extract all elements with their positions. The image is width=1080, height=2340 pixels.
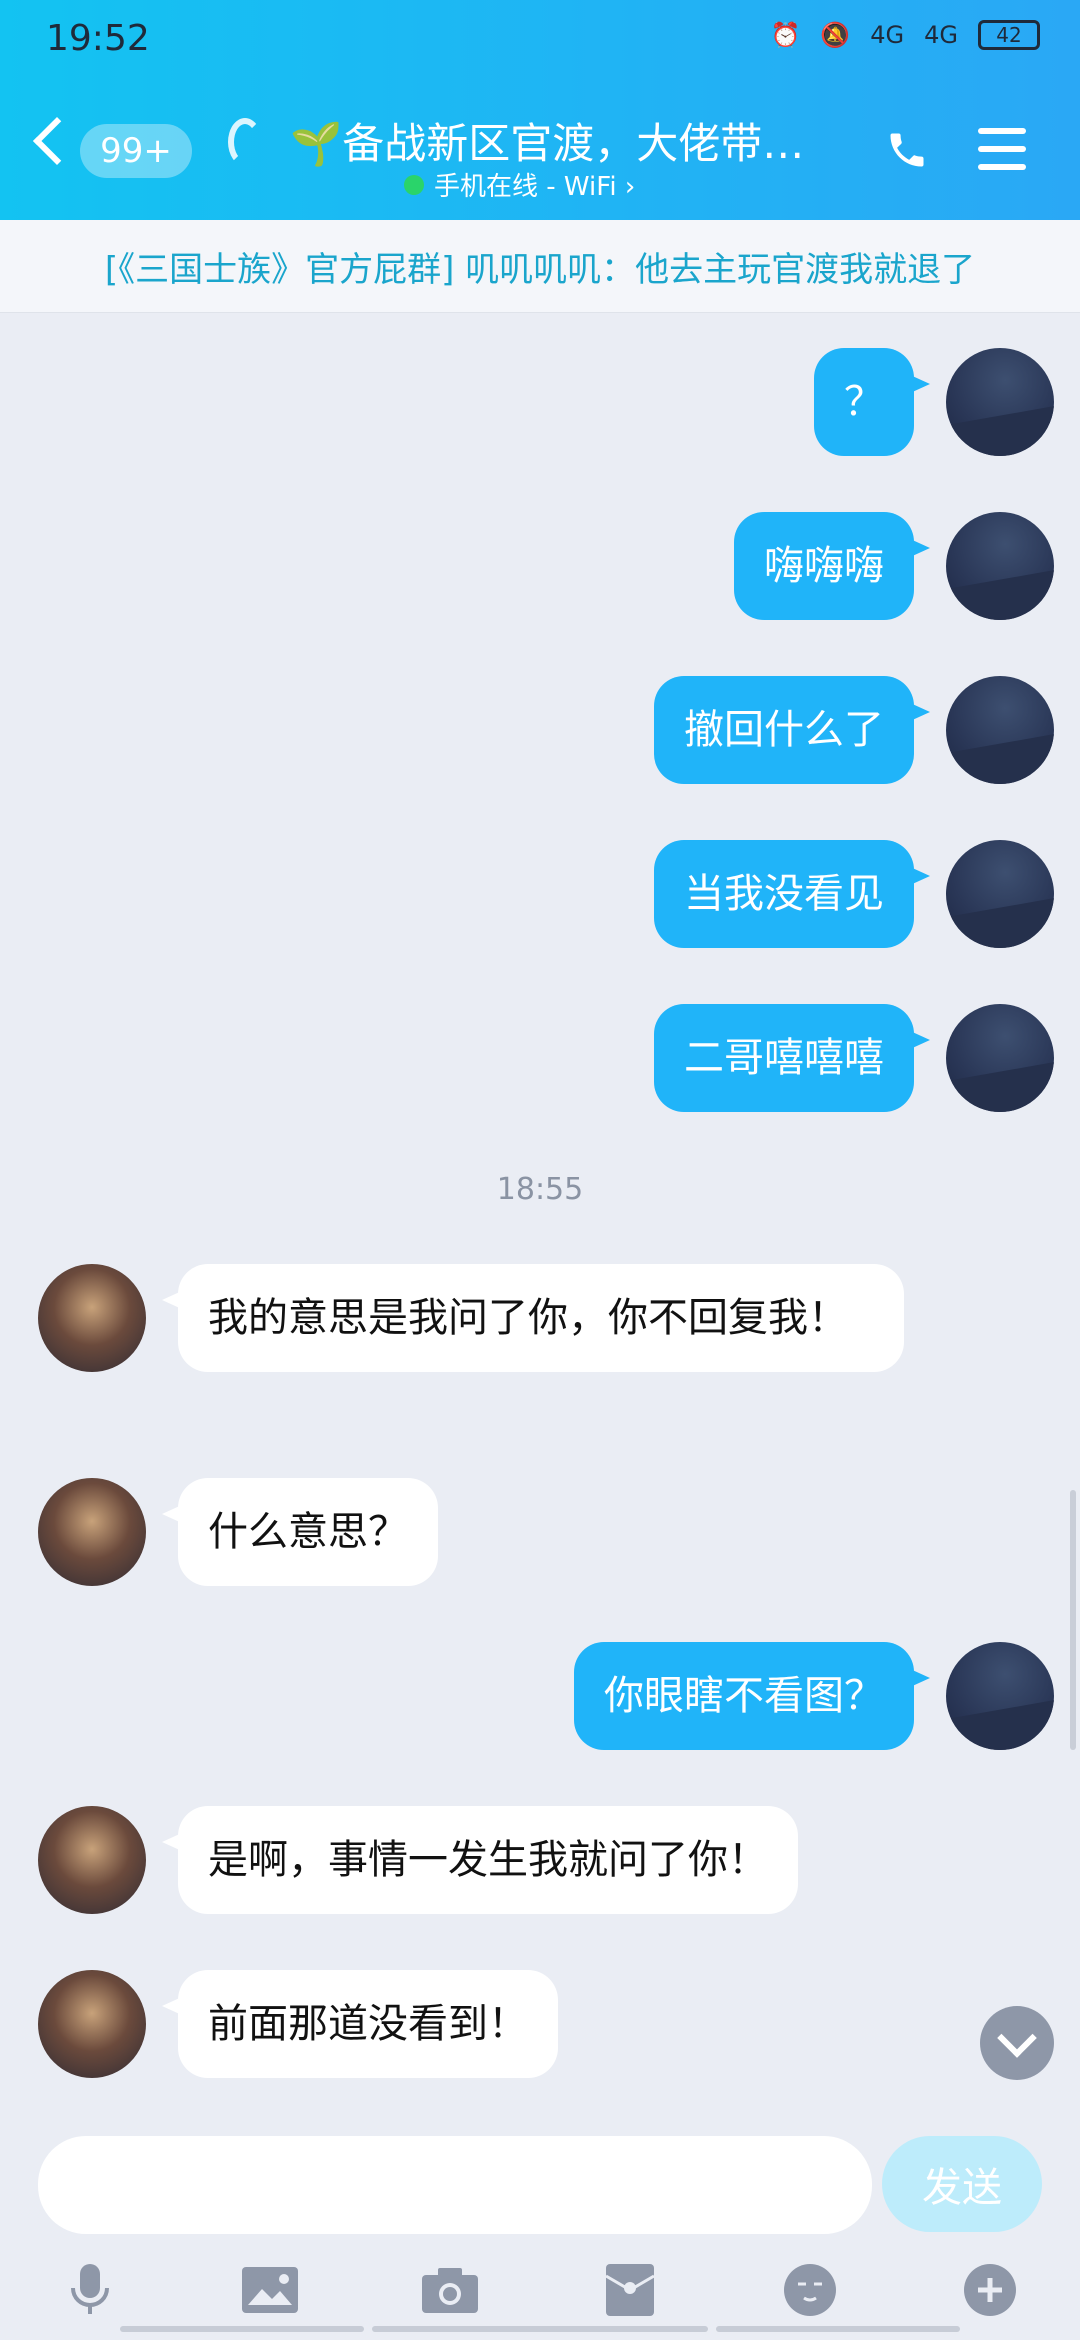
nav-bar-segment bbox=[716, 2326, 960, 2332]
online-status-text: 手机在线 - WiFi › bbox=[434, 172, 636, 202]
send-button[interactable]: 发送 bbox=[882, 2136, 1042, 2232]
status-time: 19:52 bbox=[46, 18, 150, 59]
message-row: 撤回什么了 bbox=[654, 676, 1054, 784]
avatar[interactable] bbox=[946, 1004, 1054, 1112]
message-bubble[interactable]: 什么意思？ bbox=[162, 1478, 438, 1586]
message-row: 前面那道没看到！ bbox=[38, 1970, 558, 2078]
avatar[interactable] bbox=[38, 1264, 146, 1372]
nav-bar-segment bbox=[372, 2326, 708, 2332]
chat-title[interactable]: 🌱备战新区官渡，大佬带… bbox=[290, 110, 840, 171]
avatar[interactable] bbox=[946, 676, 1054, 784]
camera-icon[interactable] bbox=[420, 2260, 480, 2320]
network-label-1: 4G bbox=[870, 21, 905, 49]
message-bubble[interactable]: 二哥嘻嘻嘻 bbox=[654, 1004, 930, 1112]
scroll-down-button[interactable] bbox=[980, 2006, 1054, 2080]
menu-icon[interactable] bbox=[978, 128, 1026, 176]
message-bubble[interactable]: 前面那道没看到！ bbox=[162, 1970, 558, 2078]
back-icon[interactable] bbox=[32, 116, 82, 166]
unread-badge[interactable]: 99+ bbox=[80, 124, 192, 178]
image-icon[interactable] bbox=[240, 2260, 300, 2320]
nav-bar-segment bbox=[120, 2326, 364, 2332]
alarm-icon: ⏰ bbox=[770, 21, 801, 49]
time-separator: 18:55 bbox=[496, 1172, 584, 1207]
microphone-icon[interactable] bbox=[60, 2260, 120, 2320]
message-bubble[interactable]: 嗨嗨嗨 bbox=[734, 512, 930, 620]
online-status[interactable]: 手机在线 - WiFi › bbox=[404, 166, 635, 203]
message-input[interactable] bbox=[38, 2136, 872, 2234]
message-bubble[interactable]: 当我没看见 bbox=[654, 840, 930, 948]
chevron-down-icon bbox=[997, 2018, 1037, 2058]
message-bubble[interactable]: 是啊，事情一发生我就问了你！ bbox=[162, 1806, 798, 1914]
avatar[interactable] bbox=[946, 840, 1054, 948]
phone-icon[interactable] bbox=[885, 128, 929, 172]
message-row: 嗨嗨嗨 bbox=[734, 512, 1054, 620]
message-bubble[interactable]: 我的意思是我问了你，你不回复我！ bbox=[162, 1264, 904, 1372]
avatar[interactable] bbox=[946, 348, 1054, 456]
avatar[interactable] bbox=[38, 1478, 146, 1586]
status-icons: ⏰ 🔕 4G 4G 42 bbox=[770, 20, 1040, 50]
message-bubble[interactable]: 撤回什么了 bbox=[654, 676, 930, 784]
message-row: 二哥嘻嘻嘻 bbox=[654, 1004, 1054, 1112]
input-toolbar bbox=[0, 2250, 1080, 2330]
avatar[interactable] bbox=[38, 1970, 146, 2078]
online-dot-icon bbox=[404, 174, 424, 195]
mute-icon: 🔕 bbox=[820, 21, 851, 49]
plus-icon[interactable] bbox=[960, 2260, 1020, 2320]
red-packet-icon[interactable] bbox=[600, 2260, 660, 2320]
message-row: ？ bbox=[814, 348, 1054, 456]
message-row: 当我没看见 bbox=[654, 840, 1054, 948]
network-label-2: 4G bbox=[924, 21, 958, 49]
message-row: 我的意思是我问了你，你不回复我！ bbox=[38, 1264, 904, 1372]
group-notice[interactable]: [《三国士族》官方屁群] 叽叽叽叽：他去主玩官渡我就退了 bbox=[0, 220, 1080, 313]
avatar[interactable] bbox=[38, 1806, 146, 1914]
battery-icon: 42 bbox=[978, 20, 1040, 50]
avatar[interactable] bbox=[946, 1642, 1054, 1750]
message-row: 什么意思？ bbox=[38, 1478, 438, 1586]
emoji-icon[interactable] bbox=[780, 2260, 840, 2320]
message-row: 你眼瞎不看图？ bbox=[574, 1642, 1054, 1750]
scrollbar[interactable] bbox=[1070, 1490, 1076, 1750]
avatar[interactable] bbox=[946, 512, 1054, 620]
message-bubble[interactable]: 你眼瞎不看图？ bbox=[574, 1642, 930, 1750]
message-bubble[interactable]: ？ bbox=[814, 348, 930, 456]
message-row: 是啊，事情一发生我就问了你！ bbox=[38, 1806, 798, 1914]
chat-header: 19:52 ⏰ 🔕 4G 4G 42 99+ 🌱备战新区官渡，大佬带… 手机在线… bbox=[0, 0, 1080, 220]
ear-icon[interactable] bbox=[228, 118, 262, 166]
